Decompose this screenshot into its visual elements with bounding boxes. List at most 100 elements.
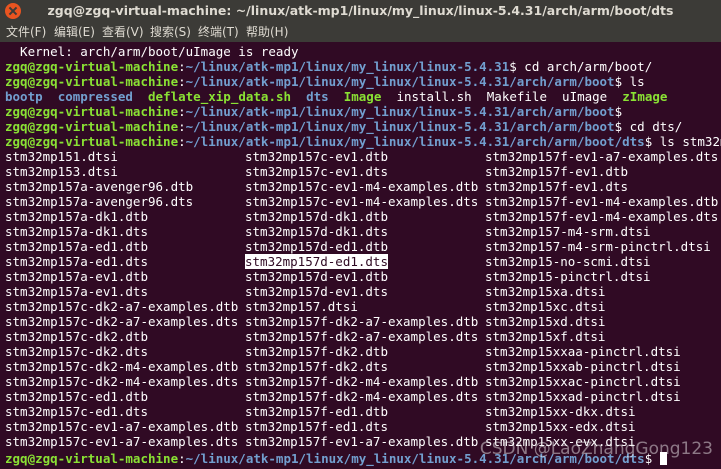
command-text: ls stm32mp* <box>659 134 721 149</box>
ls-entry: bootp <box>5 89 43 104</box>
ls-entry: Image <box>343 89 382 104</box>
prompt-line: zgq@zgq-virtual-machine:~/linux/atk-mp1/… <box>5 134 721 149</box>
window-title: zgq@zgq-virtual-machine: ~/linux/atk-mp1… <box>47 3 674 18</box>
ls-entry: compressed <box>57 89 133 104</box>
prompt-path: ~/linux/atk-mp1/linux/my_linux/linux-5.4… <box>185 74 615 89</box>
ls-file-entry: stm32mp15-no-scmi.dtsi <box>485 254 651 269</box>
prompt-user-host: zgq@zgq-virtual-machine <box>5 119 179 134</box>
command-text: cd arch/arm/boot/ <box>516 59 653 74</box>
ls-file-entry: stm32mp153.dtsi <box>5 164 118 179</box>
ls-file-entry: stm32mp157f-ev1-m4-examples.dts <box>485 209 719 224</box>
menu-bar: 文件(F) 编辑(E) 查看(V) 搜索(S) 终端(T) 帮助(H) <box>0 22 721 42</box>
ls-file-entry: stm32mp157c-dk2-m4-examples.dts <box>5 374 239 389</box>
ls-file-entry: stm32mp157c-ed1.dts <box>5 404 148 419</box>
ls-file-entry: stm32mp15xxac-pinctrl.dtsi <box>485 374 681 389</box>
ls-file-entry: stm32mp15xxab-pinctrl.dtsi <box>485 359 681 374</box>
ls-file-entry: stm32mp157c-ev1-a7-examples.dts <box>5 434 239 449</box>
ls-file-entry: stm32mp157c-dk2-a7-examples.dtb <box>5 299 239 314</box>
prompt-user-host: zgq@zgq-virtual-machine <box>5 451 179 466</box>
prompt-line: zgq@zgq-virtual-machine:~/linux/atk-mp1/… <box>5 104 623 119</box>
ls-file-entry: stm32mp15xd.dtsi <box>485 314 606 329</box>
menu-view[interactable]: 查看(V) <box>102 22 144 42</box>
terminal-output[interactable]: Kernel: arch/arm/boot/uImage is ready zg… <box>0 42 721 469</box>
ls-file-entry: stm32mp157a-ev1.dts <box>5 284 148 299</box>
ls-file-entry: stm32mp15xx-dkx.dtsi <box>485 404 636 419</box>
ls-file-entry: stm32mp15xxad-pinctrl.dtsi <box>485 389 681 404</box>
title-bar[interactable]: zgq@zgq-virtual-machine: ~/linux/atk-mp1… <box>0 0 721 22</box>
ls-entry: uImage <box>562 89 608 104</box>
ls-file-entry: stm32mp151.dtsi <box>5 149 118 164</box>
ls-file-entry: stm32mp157f-dk2-m4-examples.dtb <box>245 374 479 389</box>
ls-file-entry: stm32mp157c-ev1-a7-examples.dtb <box>5 419 239 434</box>
ls-file-entry: stm32mp157a-ed1.dtb <box>5 239 148 254</box>
ls-file-entry: stm32mp15xx-edx.dtsi <box>485 419 636 434</box>
ls-file-entry: stm32mp157f-dk2-a7-examples.dts <box>245 329 479 344</box>
ls-entry: Makefile <box>486 89 547 104</box>
ls-file-entry: stm32mp157f-ed1.dts <box>245 419 388 434</box>
ls-file-entry: stm32mp157a-ev1.dtb <box>5 269 148 284</box>
prompt-user-host: zgq@zgq-virtual-machine <box>5 74 179 89</box>
ls-file-entry: stm32mp157d-ev1.dts <box>245 284 388 299</box>
menu-file[interactable]: 文件(F) <box>6 22 46 42</box>
menu-help[interactable]: 帮助(H) <box>246 22 288 42</box>
ls-file-entry: stm32mp157d-ed1.dtb <box>245 239 388 254</box>
ls-entry: install.sh <box>396 89 472 104</box>
prompt-line: zgq@zgq-virtual-machine:~/linux/atk-mp1/… <box>5 59 653 74</box>
ls-file-entry: stm32mp157c-dk2.dtb <box>5 329 148 344</box>
ls-file-entry: stm32mp157f-ev1.dtb <box>485 164 628 179</box>
ls-file-entry: stm32mp157-m4-srm-pinctrl.dtsi <box>485 239 711 254</box>
ls-file-entry: stm32mp157f-dk2-m4-examples.dts <box>245 389 479 404</box>
ls-file-entry: stm32mp15-pinctrl.dtsi <box>485 269 651 284</box>
close-icon[interactable] <box>5 3 21 19</box>
ls-file-entry: stm32mp157f-ed1.dtb <box>245 404 388 419</box>
ls-file-entry: stm32mp157.dtsi <box>245 299 358 314</box>
prompt-user-host: zgq@zgq-virtual-machine <box>5 59 179 74</box>
prompt-user-host: zgq@zgq-virtual-machine <box>5 134 179 149</box>
ls-entry: zImage <box>622 89 668 104</box>
ls-file-entry: stm32mp157f-dk2.dtb <box>245 344 388 359</box>
ls-file-entry: stm32mp157d-dk1.dtb <box>245 209 388 224</box>
ls-file-entry: stm32mp157a-avenger96.dtb <box>5 179 194 194</box>
menu-terminal[interactable]: 终端(T) <box>198 22 239 42</box>
ls-file-entry: stm32mp15xxaa-pinctrl.dtsi <box>485 344 681 359</box>
ls-file-entry: stm32mp157f-dk2-a7-examples.dtb <box>245 314 479 329</box>
prompt-line: zgq@zgq-virtual-machine:~/linux/atk-mp1/… <box>5 74 645 89</box>
prompt-path: ~/linux/atk-mp1/linux/my_linux/linux-5.4… <box>185 104 615 119</box>
ls-file-entry: stm32mp157d-ed1.dts <box>245 254 388 269</box>
prompt-line: zgq@zgq-virtual-machine:~/linux/atk-mp1/… <box>5 119 683 134</box>
ls-file-entry: stm32mp157c-ev1.dtb <box>245 149 388 164</box>
ls-file-entry: stm32mp15xc.dtsi <box>485 299 606 314</box>
prompt-path: ~/linux/atk-mp1/linux/my_linux/linux-5.4… <box>185 134 645 149</box>
prompt-user-host: zgq@zgq-virtual-machine <box>5 104 179 119</box>
menu-search[interactable]: 搜索(S) <box>150 22 191 42</box>
command-text: ls <box>622 74 645 89</box>
ls-file-entry: stm32mp157c-dk2-m4-examples.dtb <box>5 359 239 374</box>
ls-boot-output: bootp compressed deflate_xip_data.sh dts… <box>5 89 667 104</box>
ls-file-entry: stm32mp15xa.dtsi <box>485 284 606 299</box>
ls-file-entry: stm32mp157f-ev1-a7-examples.dtb <box>245 434 479 449</box>
ls-entry: deflate_xip_data.sh <box>148 89 292 104</box>
ls-file-entry: stm32mp157d-ev1.dtb <box>245 269 388 284</box>
ls-file-entry: stm32mp157c-dk2.dts <box>5 344 148 359</box>
ls-file-entry: stm32mp157f-ev1-a7-examples.dts <box>485 149 719 164</box>
ls-file-entry: stm32mp157c-ev1.dts <box>245 164 388 179</box>
ls-file-entry: stm32mp157-m4-srm.dtsi <box>485 224 651 239</box>
ls-entry: dts <box>306 89 329 104</box>
ls-file-entry: stm32mp157c-ev1-m4-examples.dtb <box>245 179 479 194</box>
terminal-window: zgq@zgq-virtual-machine: ~/linux/atk-mp1… <box>0 0 721 469</box>
ls-file-entry: stm32mp157a-dk1.dtb <box>5 209 148 224</box>
ls-file-entry: stm32mp157a-avenger96.dts <box>5 194 194 209</box>
ls-file-entry: stm32mp157f-dk2.dts <box>245 359 388 374</box>
ls-file-entry: stm32mp15xf.dtsi <box>485 329 606 344</box>
menu-edit[interactable]: 编辑(E) <box>54 22 95 42</box>
ls-file-entry: stm32mp157d-dk1.dts <box>245 224 388 239</box>
ls-file-entry: stm32mp157c-dk2-a7-examples.dts <box>5 314 239 329</box>
prompt-path: ~/linux/atk-mp1/linux/my_linux/linux-5.4… <box>185 59 510 74</box>
prompt-path: ~/linux/atk-mp1/linux/my_linux/linux-5.4… <box>185 119 615 134</box>
ls-file-entry: stm32mp157a-ed1.dts <box>5 254 148 269</box>
ls-file-entry: stm32mp157a-dk1.dts <box>5 224 148 239</box>
command-text: cd dts/ <box>622 119 683 134</box>
watermark: CSDN @LaoZhangGong123 <box>479 439 713 459</box>
ls-file-entry: stm32mp157f-ev1-m4-examples.dtb <box>485 194 719 209</box>
ls-file-entry: stm32mp157c-ed1.dtb <box>5 389 148 404</box>
